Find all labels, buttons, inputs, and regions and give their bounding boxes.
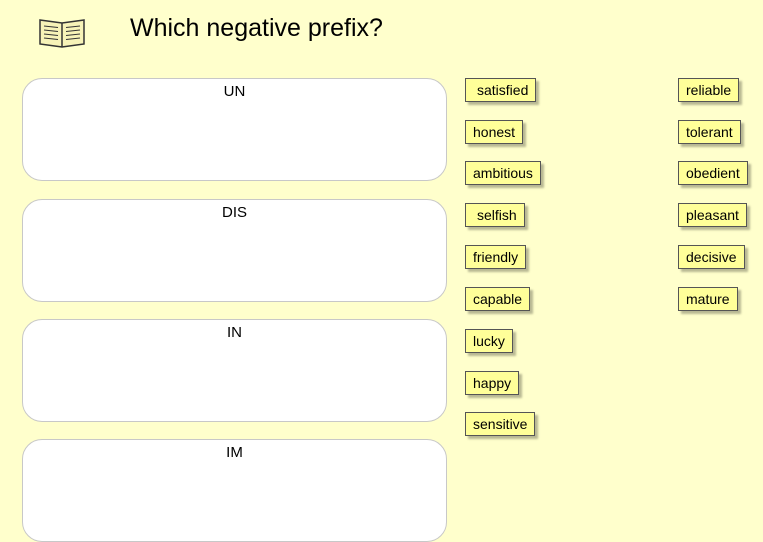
word-tile-mature[interactable]: mature <box>678 287 738 311</box>
zone-label: UN <box>223 83 246 100</box>
drop-zone-im[interactable]: IM <box>22 439 447 542</box>
word-tile-sensitive[interactable]: sensitive <box>465 412 536 436</box>
word-tile-friendly[interactable]: friendly <box>465 245 527 269</box>
word-tile-ambitious[interactable]: ambitious <box>465 161 541 185</box>
word-tile-honest[interactable]: honest <box>465 120 524 144</box>
page-title: Which negative prefix? <box>130 14 383 42</box>
word-tile-decisive[interactable]: decisive <box>678 245 745 269</box>
drop-zone-in[interactable]: IN <box>22 319 447 422</box>
word-tile-happy[interactable]: happy <box>465 371 520 395</box>
word-tile-satisfied[interactable]: satisfied <box>465 78 537 102</box>
word-tile-reliable[interactable]: reliable <box>678 78 740 102</box>
word-tile-selfish[interactable]: selfish <box>465 203 525 227</box>
drop-zone-dis[interactable]: DIS <box>22 199 447 302</box>
word-tile-obedient[interactable]: obedient <box>678 161 748 185</box>
word-tile-capable[interactable]: capable <box>465 287 531 311</box>
word-tile-lucky[interactable]: lucky <box>465 329 513 353</box>
word-tile-pleasant[interactable]: pleasant <box>678 203 747 227</box>
book-icon <box>39 19 85 48</box>
drop-zone-un[interactable]: UN <box>22 78 447 181</box>
zone-label: IN <box>227 324 242 341</box>
zone-label: DIS <box>221 204 247 221</box>
zone-label: IM <box>226 444 243 461</box>
word-tile-tolerant[interactable]: tolerant <box>678 120 741 144</box>
